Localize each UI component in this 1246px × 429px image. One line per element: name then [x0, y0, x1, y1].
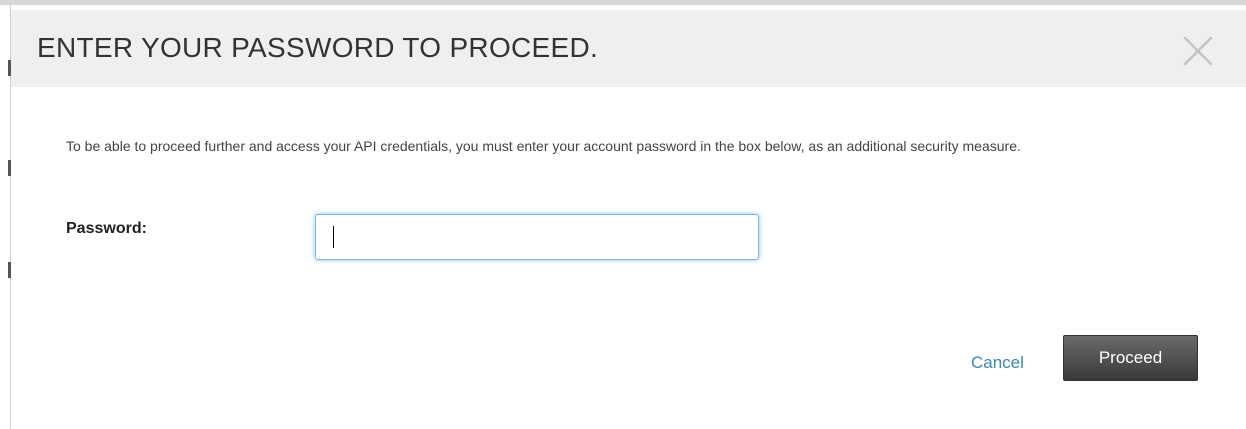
proceed-button[interactable]: Proceed — [1063, 335, 1198, 381]
password-input[interactable] — [315, 214, 759, 260]
password-dialog: ENTER YOUR PASSWORD TO PROCEED. To be ab… — [11, 10, 1246, 429]
intro-text: To be able to proceed further and access… — [66, 138, 1021, 154]
dialog-header: ENTER YOUR PASSWORD TO PROCEED. — [11, 10, 1246, 87]
dialog-title: ENTER YOUR PASSWORD TO PROCEED. — [37, 32, 599, 63]
close-icon — [1183, 36, 1213, 66]
page: ENTER YOUR PASSWORD TO PROCEED. To be ab… — [0, 0, 1246, 429]
password-label: Password: — [66, 220, 147, 237]
top-border — [0, 0, 1246, 5]
cancel-link[interactable]: Cancel — [971, 353, 1024, 373]
close-button[interactable] — [1179, 32, 1217, 70]
text-caret — [333, 226, 334, 248]
